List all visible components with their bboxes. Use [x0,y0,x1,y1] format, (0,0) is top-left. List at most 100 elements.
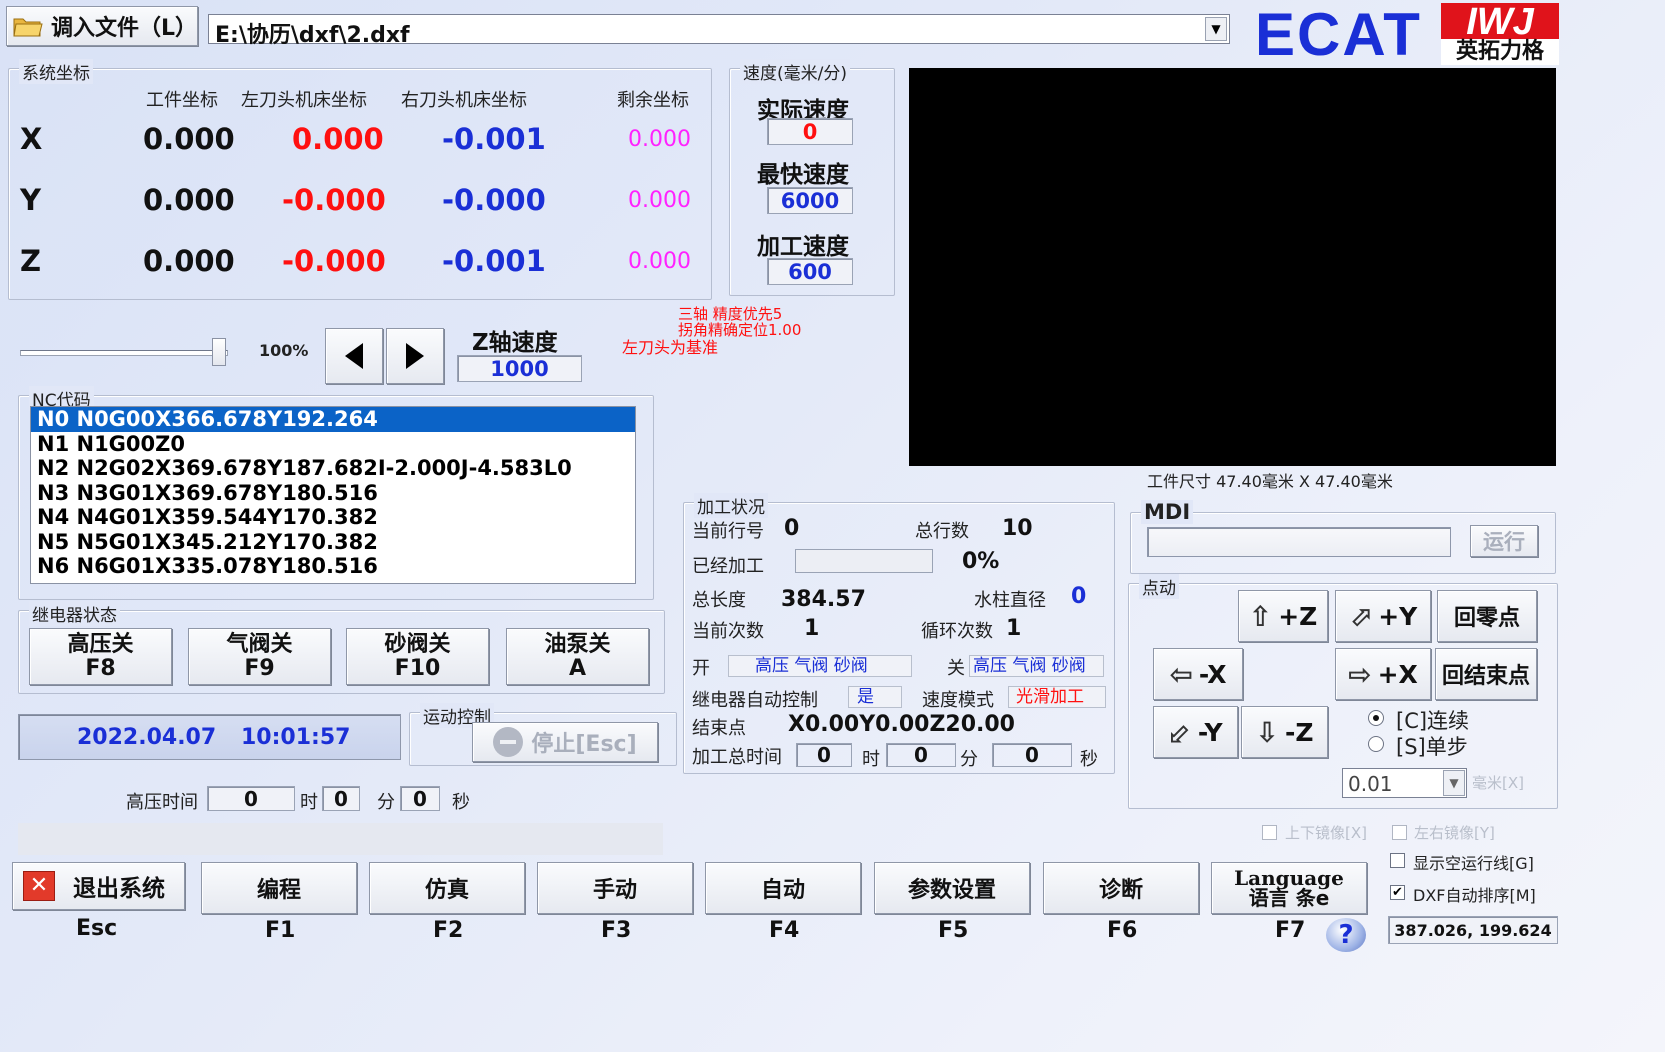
program-button[interactable]: 编程 [201,862,357,914]
mirror-ud-checkbox[interactable] [1262,825,1277,840]
end-point-label: 结束点 [692,718,746,739]
process-speed-label: 加工速度 [757,234,849,260]
stop-button[interactable]: 停止[Esc] [472,722,658,762]
jog-plus-y-button[interactable]: ⬀ +Y [1335,590,1431,642]
air-valve-button[interactable]: 气阀关 F9 [188,628,331,685]
mirror-lr-checkbox[interactable] [1392,825,1407,840]
diagnose-key: F6 [1107,918,1138,943]
nc-line[interactable]: N2 N2G02X369.678Y187.682I-2.000J-4.583L0 [31,456,635,481]
status-note-3: 左刀头为基准 [622,338,719,357]
total-time-hours-unit: 时 [862,749,880,770]
total-length-value: 384.57 [781,587,866,612]
max-speed-value: 6000 [767,187,853,214]
settings-button[interactable]: 参数设置 [874,862,1030,914]
z-left: -0.000 [282,244,386,278]
nc-line[interactable]: N5 N5G01X345.212Y170.382 [31,530,635,555]
total-time-minutes-unit: 分 [960,749,978,770]
single-step-label: [S]单步 [1396,735,1468,759]
nc-line[interactable]: N1 N1G00Z0 [31,432,635,457]
x-left: 0.000 [292,122,384,156]
axis-label-x: X [20,122,43,156]
open-label: 开 [692,658,710,679]
home-button[interactable]: 回零点 [1437,590,1537,642]
y-left: -0.000 [282,183,386,217]
total-time-seconds: 0 [992,743,1072,767]
arrow-up-icon: ⇧ [1248,599,1273,633]
dxf-auto-sort-checkbox[interactable]: ✔ [1390,885,1405,900]
jog-minus-z-button[interactable]: ⇩ -Z [1241,706,1328,758]
step-size-select[interactable]: 0.01 ▼ [1342,768,1467,798]
feed-slider-track[interactable] [20,350,228,356]
toolpath-preview-canvas[interactable] [909,68,1556,466]
chevron-down-icon[interactable]: ▼ [1205,17,1227,41]
speed-mode-label: 速度模式 [922,690,994,711]
jog-minus-x-button[interactable]: ⇦ -X [1153,648,1243,700]
current-line-label: 当前行号 [692,521,764,542]
hv-time-label: 高压时间 [126,792,198,813]
language-zh-label: 语言 条e [1248,886,1330,910]
continuous-radio[interactable] [1368,710,1384,726]
y-work: 0.000 [143,183,235,217]
manual-button[interactable]: 手动 [537,862,693,914]
nc-line[interactable]: N6 N6G01X335.078Y180.516 [31,554,635,579]
nc-line[interactable]: N4 N4G01X359.544Y170.382 [31,505,635,530]
load-file-label: 调入文件（L） [51,16,198,41]
jet-diameter-label: 水柱直径 [974,590,1046,611]
jog-label-text: -Y [1197,717,1223,747]
status-bar [18,823,663,855]
clock-time: 10:01:57 [241,725,351,750]
mdi-label: MDI [1141,500,1194,524]
nc-line[interactable]: N0 N0G00X366.678Y192.264 [31,407,635,432]
end-point-button[interactable]: 回结束点 [1435,648,1537,700]
jog-plus-z-button[interactable]: ⇧ +Z [1238,590,1328,642]
y-remain: 0.000 [628,188,691,213]
feed-decrease-button[interactable] [325,328,383,384]
jog-plus-x-button[interactable]: ⇨ +X [1335,648,1431,700]
mdi-run-button[interactable]: 运行 [1470,525,1538,557]
coord-header-work: 工件坐标 [146,90,218,111]
relay-button-key: F10 [394,655,441,681]
z-right: -0.001 [442,244,546,278]
relay-status-label: 继电器状态 [29,601,120,626]
triangle-right-icon [406,343,424,369]
max-speed-label: 最快速度 [757,162,849,188]
nc-code-list[interactable]: N0 N0G00X366.678Y192.264 N1 N1G00Z0 N2 N… [30,406,636,584]
show-empty-run-checkbox[interactable] [1390,853,1405,868]
step-size-value: 0.01 [1348,772,1393,796]
speed-mode-value: 光滑加工 [1008,686,1106,708]
file-path-select[interactable]: E:\协历\dxf\2.dxf ▼ [208,14,1230,48]
arrow-right-icon: ⇨ [1348,657,1372,691]
sand-valve-button[interactable]: 砂阀关 F10 [346,628,489,685]
jog-minus-y-button[interactable]: ⬃ -Y [1153,706,1238,758]
load-file-button[interactable]: 调入文件（L） [6,6,198,46]
mdi-input[interactable] [1147,527,1451,557]
x-right: -0.001 [442,122,546,156]
nc-line[interactable]: N3 N3G01X369.678Y180.516 [31,481,635,506]
z-speed-value: 1000 [457,355,582,382]
relay-auto-value: 是 [848,686,902,708]
oil-pump-button[interactable]: 油泵关 A [506,628,649,685]
help-icon[interactable]: ? [1326,918,1366,952]
axis-label-z: Z [20,244,42,278]
exit-button[interactable]: ✕ 退出系统 [12,862,185,910]
loop-count-label: 循环次数 [921,621,993,642]
x-work: 0.000 [143,122,235,156]
diagnose-button[interactable]: 诊断 [1043,862,1199,914]
single-step-radio[interactable] [1368,736,1384,752]
chevron-down-icon[interactable]: ▼ [1443,770,1465,796]
feed-increase-button[interactable] [386,328,444,384]
language-button[interactable]: Language 语言 条e [1211,862,1367,914]
show-empty-run-label: 显示空运行线[G] [1413,854,1534,873]
total-length-label: 总长度 [692,590,746,611]
high-pressure-button[interactable]: 高压关 F8 [29,628,172,685]
jet-diameter-value: 0 [1071,584,1087,609]
stop-icon [493,727,524,757]
simulate-key: F2 [433,918,464,943]
process-speed-value: 600 [767,258,853,285]
z-remain: 0.000 [628,249,691,274]
workpiece-size: 工件尺寸 47.40毫米 X 47.40毫米 [1147,472,1393,491]
feed-slider-thumb[interactable] [212,338,226,366]
auto-button[interactable]: 自动 [705,862,861,914]
current-line-value: 0 [784,516,800,541]
simulate-button[interactable]: 仿真 [369,862,525,914]
